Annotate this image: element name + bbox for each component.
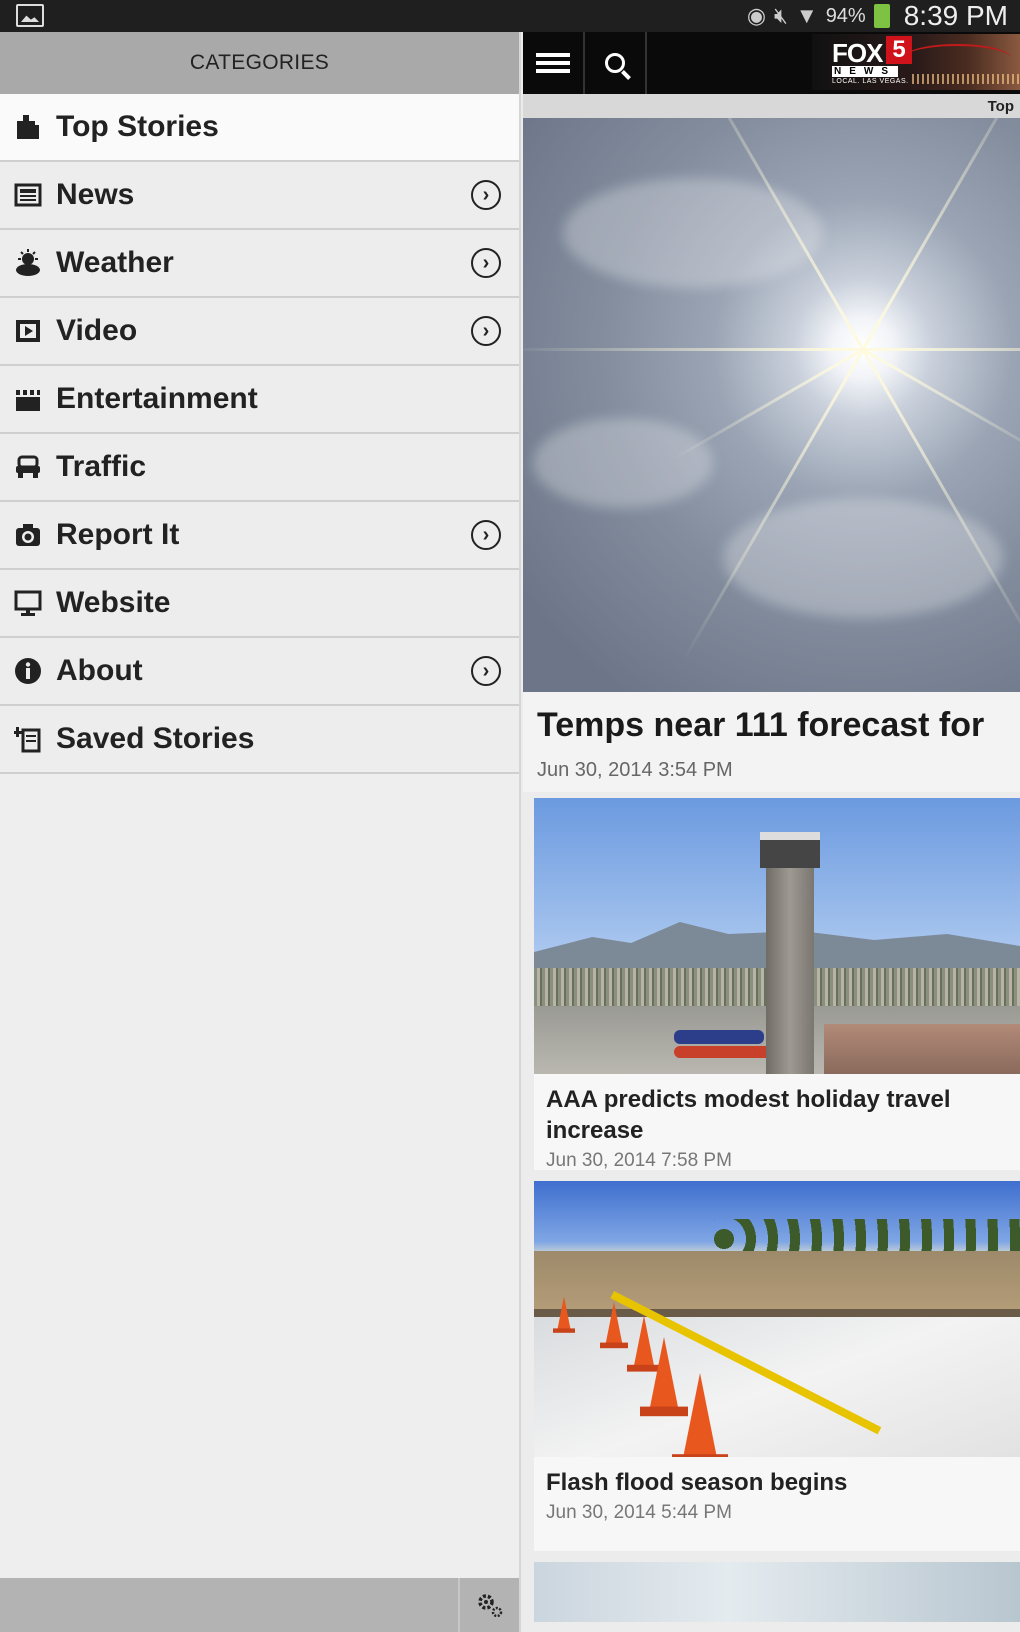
story-card[interactable]: AAA predicts modest holiday travel incre…: [534, 798, 1020, 1171]
lead-story[interactable]: Temps near 111 forecast for Jun 30, 2014…: [523, 692, 1020, 792]
story-title: AAA predicts modest holiday travel incre…: [546, 1086, 951, 1144]
sun-ray: [863, 348, 1020, 351]
logo-tagline: LOCAL. LAS VEGAS.: [832, 78, 909, 85]
menu-item-label: Traffic: [56, 450, 147, 483]
image-icon: [16, 4, 44, 27]
tab-top[interactable]: Top: [988, 98, 1014, 115]
chevron-right-icon[interactable]: ›: [471, 248, 501, 278]
airplane-shape: [674, 1046, 774, 1058]
settings-gears-icon[interactable]: [458, 1578, 519, 1632]
menu-item-label: Report It: [56, 518, 180, 551]
chevron-right-icon[interactable]: ›: [471, 316, 501, 346]
logo-news-text: NEWS: [832, 66, 898, 77]
story-image: [534, 798, 1020, 1074]
top-stories-icon: [14, 113, 42, 141]
app-toolbar: FOX 5 NEWS LOCAL. LAS VEGAS.: [523, 32, 1020, 94]
menu-item-label: Entertainment: [56, 382, 258, 415]
weather-icon: [14, 249, 42, 277]
traffic-cone-shape: [639, 1337, 689, 1417]
traffic-cone-shape: [553, 1296, 575, 1333]
tower-cab-shape: [760, 832, 820, 868]
story-title: Flash flood season begins: [546, 1469, 848, 1496]
menu-item-label: Saved Stories: [56, 722, 255, 755]
logo-fox-text: FOX: [832, 38, 883, 68]
eye-icon: ◉: [746, 3, 767, 28]
mute-icon: 🔇︎: [774, 3, 788, 28]
cloud-shape: [533, 418, 713, 508]
cloud-shape: [563, 178, 823, 288]
menu-item-weather[interactable]: Weather ›: [0, 230, 519, 298]
logo-number: 5: [886, 36, 912, 64]
clock: 8:39 PM: [903, 0, 1008, 31]
chevron-right-icon[interactable]: ›: [471, 656, 501, 686]
logo-swoosh: [902, 44, 1012, 74]
news-icon: [14, 181, 42, 209]
saved-stories-icon: [14, 725, 42, 753]
drawer-footer: [0, 1578, 519, 1632]
menu-item-top-stories[interactable]: Top Stories: [0, 94, 519, 162]
chevron-right-icon[interactable]: ›: [471, 520, 501, 550]
logo-skyline: [912, 74, 1020, 84]
search-icon: [605, 53, 625, 73]
story-image: [534, 1181, 1020, 1457]
entertainment-icon: [14, 385, 42, 413]
menu-item-saved-stories[interactable]: Saved Stories: [0, 706, 519, 774]
fox5-logo: FOX 5 NEWS LOCAL. LAS VEGAS.: [812, 34, 1020, 90]
battery-icon: [873, 4, 890, 28]
menu-item-report-it[interactable]: Report It ›: [0, 502, 519, 570]
menu-item-label: About: [56, 654, 143, 687]
main-content: FOX 5 NEWS LOCAL. LAS VEGAS. Top Temps n…: [523, 32, 1020, 1632]
menu-item-label: Weather: [56, 246, 174, 279]
wifi-icon: ▼: [795, 3, 818, 28]
lead-story-title[interactable]: Temps near 111 forecast for: [537, 706, 1006, 745]
navigation-drawer: CATEGORIES Top Stories News › Weather › …: [0, 32, 521, 1632]
airplane-shape: [674, 1030, 764, 1044]
battery-percent: 94%: [825, 4, 866, 27]
menu-item-entertainment[interactable]: Entertainment: [0, 366, 519, 434]
sun-ray: [862, 348, 1020, 461]
menu-item-label: Website: [56, 586, 171, 619]
story-date: Jun 30, 2014 7:58 PM: [546, 1150, 732, 1171]
lead-story-date: Jun 30, 2014 3:54 PM: [537, 759, 733, 781]
status-bar: ◉ 🔇︎ ▼ 94% 8:39 PM: [0, 0, 1020, 32]
tab-strip: Top: [523, 94, 1020, 118]
menu-item-news[interactable]: News ›: [0, 162, 519, 230]
menu-item-about[interactable]: About ›: [0, 638, 519, 706]
car-icon: [14, 453, 42, 481]
video-icon: [14, 317, 42, 345]
hamburger-icon: [536, 53, 570, 73]
lead-story-image[interactable]: [523, 118, 1020, 692]
traffic-cone-shape: [672, 1373, 728, 1457]
story-card-partial[interactable]: [534, 1562, 1020, 1622]
story-card[interactable]: Flash flood season begins Jun 30, 2014 5…: [534, 1181, 1020, 1551]
menu-item-label: News: [56, 178, 135, 211]
control-tower-shape: [766, 838, 814, 1074]
info-icon: [14, 657, 42, 685]
sun-ray: [523, 348, 863, 351]
menu-item-website[interactable]: Website: [0, 570, 519, 638]
status-icons: ◉ 🔇︎ ▼ 94% 8:39 PM: [747, 0, 1008, 32]
camera-icon: [14, 521, 42, 549]
monitor-icon: [14, 589, 42, 617]
chevron-right-icon[interactable]: ›: [471, 180, 501, 210]
menu-button[interactable]: [523, 32, 585, 94]
terminal-shape: [824, 1024, 1020, 1074]
menu-item-video[interactable]: Video ›: [0, 298, 519, 366]
menu-item-label: Video: [56, 314, 138, 347]
traffic-cone-shape: [599, 1302, 629, 1349]
story-date: Jun 30, 2014 5:44 PM: [546, 1502, 732, 1523]
menu-item-traffic[interactable]: Traffic: [0, 434, 519, 502]
app-root: ◉ 🔇︎ ▼ 94% 8:39 PM CATEGORIES Top Storie…: [0, 0, 1020, 1632]
sun-ray: [671, 348, 864, 461]
search-button[interactable]: [585, 32, 647, 94]
category-list: Top Stories News › Weather › Video › Ent…: [0, 94, 519, 774]
sun-ray: [861, 118, 1020, 351]
drawer-header: CATEGORIES: [0, 32, 519, 94]
menu-item-label: Top Stories: [56, 110, 219, 143]
